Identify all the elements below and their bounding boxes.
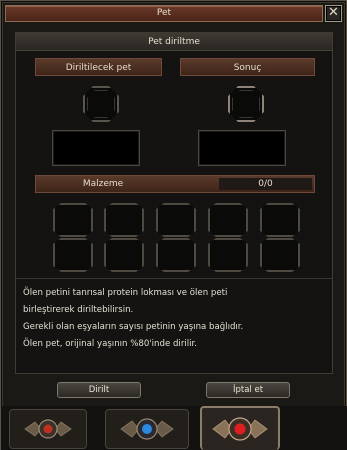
result-pet-info-box — [198, 130, 286, 166]
info-line: birleştirerek diriltebilirsin. — [23, 305, 134, 315]
info-text: Ölen petini tanrısal protein lokması ve … — [23, 285, 328, 353]
tab-3[interactable] — [200, 406, 280, 450]
revive-pet-label: Diriltilecek pet — [35, 58, 162, 76]
red-gem-emblem-icon — [212, 417, 268, 441]
divider — [16, 278, 332, 279]
result-pet-slot — [228, 86, 264, 122]
blue-gem-emblem-icon — [120, 418, 174, 440]
material-label: Malzeme — [82, 179, 124, 189]
dead-pet-info-box — [52, 130, 140, 166]
tab-2[interactable] — [105, 409, 189, 449]
material-slot-5[interactable] — [260, 203, 300, 272]
material-slot-4[interactable] — [208, 203, 248, 272]
info-line: Ölen pet, orijinal yaşının %80'inde diri… — [23, 339, 197, 349]
material-bar: Malzeme 0/0 — [35, 175, 315, 193]
dead-pet-slot[interactable] — [83, 86, 119, 122]
material-slot-2[interactable] — [104, 203, 144, 272]
close-icon: ✕ — [328, 5, 339, 20]
material-slot-1[interactable] — [53, 203, 93, 272]
material-slot-3[interactable] — [156, 203, 196, 272]
window-title[interactable]: Pet — [5, 5, 323, 22]
close-button[interactable]: ✕ — [325, 5, 342, 22]
cancel-button[interactable]: İptal et — [206, 382, 290, 398]
tab-1[interactable] — [9, 409, 87, 449]
result-label: Sonuç — [180, 58, 315, 76]
material-count: 0/0 — [219, 178, 312, 190]
info-line: Ölen petini tanrısal protein lokması ve … — [23, 288, 228, 298]
revive-button[interactable]: Dirilt — [57, 382, 141, 398]
red-gem-emblem-icon — [24, 419, 72, 439]
pet-revive-panel: Pet diriltme Diriltilecek pet Sonuç Malz… — [15, 32, 333, 374]
panel-title: Pet diriltme — [16, 33, 332, 51]
info-line: Gerekli olan eşyaların sayısı petinin ya… — [23, 322, 244, 332]
pet-window: Pet ✕ Pet diriltme Diriltilecek pet Sonu… — [0, 0, 347, 450]
